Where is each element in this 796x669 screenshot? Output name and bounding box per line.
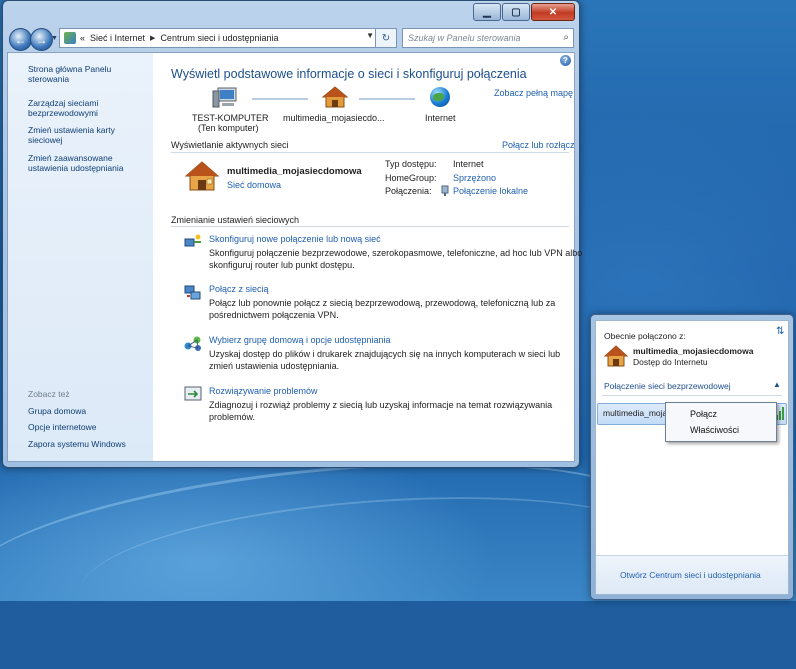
menu-item-properties[interactable]: Właściwości (690, 425, 739, 435)
link-windows-firewall[interactable]: Zapora systemu Windows (28, 439, 148, 449)
caption-buttons: ▁ ▢ ✕ (473, 3, 575, 21)
task-description: Połącz lub ponownie połącz z siecią bezp… (209, 298, 556, 308)
flyout-panel: Obecnie połączono z: ⇅ multimedia_mojasi… (595, 320, 789, 595)
network-center-window: ▁ ▢ ✕ ← → ▼ « Sieć i Internet ▶ Centrum … (2, 0, 582, 468)
flyout-network-status: Dostęp do Internetu (633, 357, 708, 367)
link-homegroup-status[interactable]: Sprzężono (453, 173, 496, 183)
task-description: problemów. (209, 412, 256, 422)
link-advanced-sharing[interactable]: Zmień zaawansowane ustawienia udostępnia… (28, 153, 148, 173)
task-description: Uzyskaj dostęp do plików i drukarek znaj… (209, 349, 561, 359)
main-pane: ? Wyświetl podstawowe informacje o sieci… (154, 53, 582, 461)
flyout-network-name: multimedia_mojasiecdomowa (633, 346, 754, 356)
back-button[interactable]: ← (9, 28, 32, 51)
maximize-button[interactable]: ▢ (502, 3, 530, 21)
internet-globe-icon (430, 87, 450, 107)
search-input[interactable]: Szukaj w Panelu sterowania ⌕ (402, 28, 574, 48)
task-title[interactable]: Wybierz grupę domową i opcje udostępnian… (209, 335, 391, 345)
link-local-connection[interactable]: Połączenie lokalne (453, 186, 528, 196)
control-panel-icon (64, 32, 76, 44)
link-adapter-settings[interactable]: Zmień ustawienia karty sieciowej (28, 125, 148, 145)
troubleshoot-icon (184, 386, 202, 401)
breadcrumb-network-internet[interactable]: Sieć i Internet (90, 33, 145, 43)
link-manage-wireless[interactable]: Zarządzaj sieciami bezprzewodowymi (28, 98, 148, 118)
collapse-icon[interactable]: ▲ (773, 380, 781, 389)
refresh-icon: ↻ (381, 32, 391, 44)
homegroup-label: HomeGroup: (385, 173, 437, 183)
history-dropdown-icon[interactable]: ▼ (51, 35, 58, 42)
section-divider (602, 395, 782, 396)
ethernet-icon (441, 185, 449, 196)
connect-network-icon (184, 285, 201, 300)
task-title[interactable]: Skonfiguruj nowe połączenie lub nową sie… (209, 234, 381, 244)
navigation-bar: ← → ▼ « Sieć i Internet ▶ Centrum sieci … (7, 25, 575, 51)
homegroup-sharing-icon (184, 336, 201, 351)
minimize-button[interactable]: ▁ (473, 3, 501, 21)
access-type-label: Typ dostępu: (385, 159, 437, 169)
task-description: zmień ustawienia udostępniania. (209, 361, 340, 371)
connections-label: Połączenia: (385, 186, 432, 196)
task-description: Skonfiguruj połączenie bezprzewodowe, sz… (209, 248, 583, 258)
task-title[interactable]: Połącz z siecią (209, 284, 269, 294)
map-connector-line (359, 98, 415, 100)
flyout-heading: Obecnie połączono z: (604, 331, 686, 341)
address-bar[interactable]: « Sieć i Internet ▶ Centrum sieci i udos… (59, 28, 397, 48)
signal-strength-icon (776, 407, 784, 420)
forward-button[interactable]: → (30, 28, 53, 51)
link-network-type[interactable]: Sieć domowa (227, 180, 281, 190)
map-connector-line (252, 98, 308, 100)
task-description: pośrednictwem połączenia VPN. (209, 310, 339, 320)
link-internet-options[interactable]: Opcje internetowe (28, 422, 148, 432)
active-network-name: multimedia_mojasiecdomowa (227, 166, 362, 177)
breadcrumb-separator-icon[interactable]: ▶ (150, 34, 155, 42)
context-menu: Połącz Właściwości (665, 402, 777, 442)
internet-label: Internet (425, 113, 456, 123)
left-pane: Strona główna Panelu sterowania Zarządza… (8, 53, 153, 461)
wireless-section-header[interactable]: Połączenie sieci bezprzewodowej (604, 381, 731, 391)
search-placeholder: Szukaj w Panelu sterowania (408, 33, 521, 43)
network-house-icon (322, 86, 348, 108)
computer-icon (212, 87, 237, 108)
breadcrumb-network-center[interactable]: Centrum sieci i udostępniania (160, 33, 278, 43)
active-networks-heading: Wyświetlanie aktywnych sieci (171, 140, 289, 150)
link-open-network-center[interactable]: Otwórz Centrum sieci i udostępniania (620, 570, 761, 580)
see-also-heading: Zobacz też (28, 389, 70, 399)
link-connect-disconnect[interactable]: Połącz lub rozłącz (502, 140, 575, 150)
computer-name: TEST-KOMPUTER (192, 113, 269, 123)
flyout-footer: Otwórz Centrum sieci i udostępniania (596, 555, 788, 594)
section-divider (171, 226, 569, 227)
help-icon[interactable]: ? (560, 55, 571, 66)
link-control-panel-home[interactable]: Strona główna Panelu sterowania (28, 64, 148, 84)
home-network-icon (184, 161, 220, 191)
access-type-value: Internet (453, 159, 484, 169)
search-icon[interactable]: ⌕ (563, 32, 569, 43)
page-title: Wyświetl podstawowe informacje o sieci i… (171, 67, 527, 81)
content-area: Strona główna Panelu sterowania Zarządza… (7, 52, 582, 462)
link-homegroup[interactable]: Grupa domowa (28, 406, 148, 416)
close-button[interactable]: ✕ (531, 3, 575, 21)
refresh-networks-icon[interactable]: ⇅ (776, 326, 784, 337)
address-back-chevrons[interactable]: « (80, 33, 85, 43)
task-title[interactable]: Rozwiązywanie problemów (209, 386, 318, 396)
section-divider (171, 152, 569, 153)
refresh-button[interactable]: ↻ (375, 28, 397, 48)
home-network-icon (604, 345, 628, 367)
computer-subtitle: (Ten komputer) (198, 123, 259, 133)
change-settings-heading: Zmienianie ustawień sieciowych (171, 215, 300, 225)
network-map-name: multimedia_mojasiecdo... (283, 113, 385, 123)
menu-item-connect[interactable]: Połącz (690, 409, 717, 419)
task-description: Zdiagnozuj i rozwiąż problemy z siecią l… (209, 400, 553, 410)
task-description: skonfiguruj router lub punkt dostępu. (209, 260, 355, 270)
new-connection-icon (184, 234, 201, 247)
link-full-map[interactable]: Zobacz pełną mapę (494, 88, 573, 98)
address-dropdown-icon[interactable]: ▼ (366, 31, 374, 40)
network-flyout: Obecnie połączono z: ⇅ multimedia_mojasi… (590, 314, 794, 600)
